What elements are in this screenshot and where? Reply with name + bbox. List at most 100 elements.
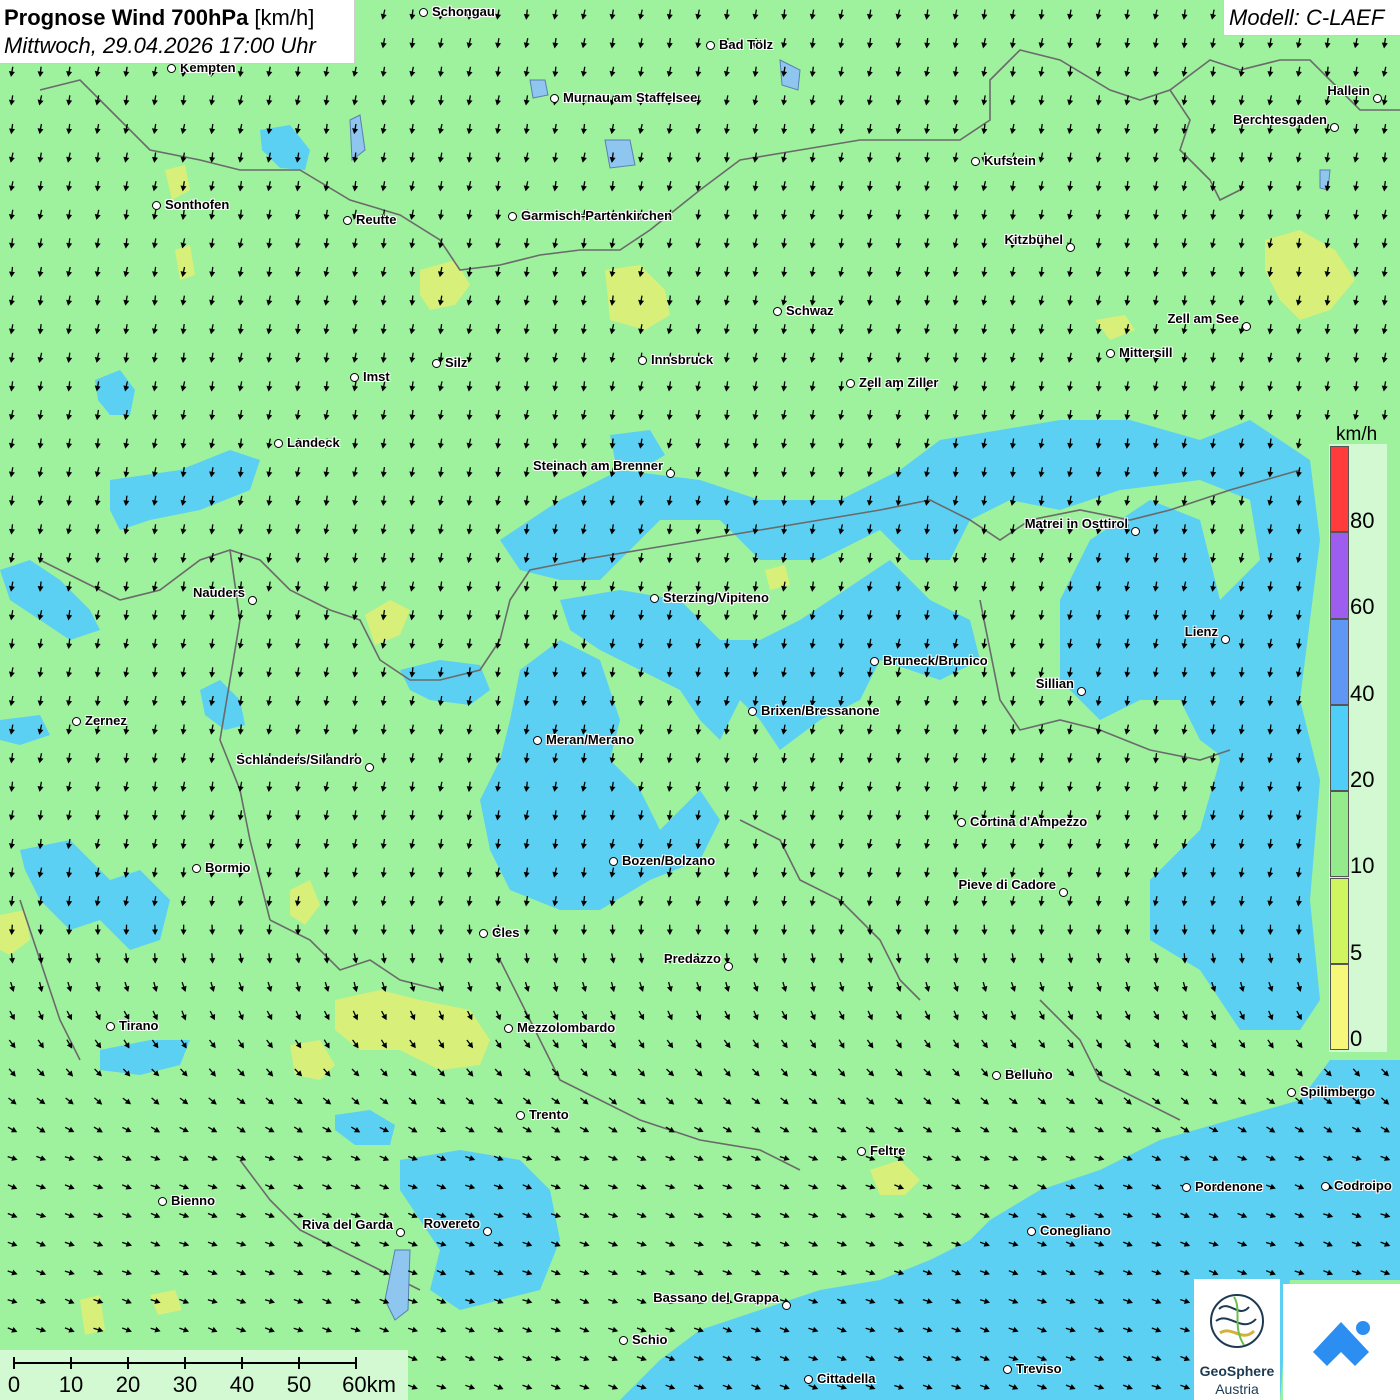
city-label: Meran/Merano [546,732,635,747]
scale-tick [13,1357,15,1369]
city-label: Pieve di Cadore [958,877,1056,892]
city-label: Cortina d'Ampezzo [970,814,1088,829]
city-marker [857,1147,866,1156]
city-label: Rovereto [423,1216,480,1231]
city-label: Cittadella [817,1371,876,1386]
map-title-unit: [km/h] [248,5,315,30]
city-marker [1003,1365,1012,1374]
city-marker [666,469,675,478]
city-label: Kitzbühel [1004,232,1064,247]
city-marker [870,657,879,666]
city-marker [192,864,201,873]
city-label: Bad Tölz [719,37,774,52]
city-label: Innsbruck [651,352,714,367]
city-label: Zell am See [1167,311,1239,326]
legend-swatch [1330,877,1349,964]
city-label: Zell am Ziller [859,375,939,390]
app-logo [1283,1284,1400,1400]
city-marker [650,594,659,603]
geosphere-logo: GeoSphere Austria [1194,1279,1280,1400]
forecast-datetime: Mittwoch, 29.04.2026 17:00 Uhr [4,33,316,58]
map-title: Prognose Wind 700hPa [km/h] [4,5,314,31]
legend: 80 60 40 20 10 5 0 [1329,444,1387,1052]
city-marker [533,736,542,745]
city-label: Riva del Garda [301,1217,393,1232]
city-label: Hallein [1327,83,1370,98]
city-marker [516,1111,525,1120]
legend-swatch [1330,791,1349,878]
city-marker [1131,527,1140,536]
city-marker [638,356,647,365]
scale-tick [241,1357,243,1369]
scale-label: 20 [115,1372,141,1397]
title-box: Prognose Wind 700hPa [km/h] Mittwoch, 29… [0,0,355,64]
scale-label: 30 [172,1372,198,1397]
geosphere-subtitle: Austria [1215,1381,1259,1397]
legend-swatch [1330,532,1349,619]
city-label: Belluno [1005,1067,1053,1082]
city-marker [274,439,283,448]
city-label: Feltre [870,1143,906,1158]
legend-label: 40 [1350,680,1375,706]
scale-tick [184,1357,186,1369]
legend-swatch [1330,618,1349,705]
city-label: Sillian [1035,676,1074,691]
city-label: Cles [492,925,520,940]
city-label: Zernez [85,713,127,728]
city-marker [846,379,855,388]
city-marker [1330,123,1339,132]
city-label: Bozen/Bolzano [622,853,716,868]
city-label: Sonthofen [165,197,230,212]
city-marker [971,157,980,166]
city-label: Codroipo [1334,1178,1392,1193]
city-label: Garmisch-Partenkirchen [521,208,673,223]
city-label: Conegliano [1040,1223,1111,1238]
city-marker [1287,1088,1296,1097]
scale-label: 40 [229,1372,255,1397]
city-label: Matrei in Osttirol [1024,516,1128,531]
city-label: Mezzolombardo [517,1020,616,1035]
city-marker [804,1375,813,1384]
city-label: Lienz [1184,624,1218,639]
city-label: Tirano [119,1018,159,1033]
city-label: Bienno [171,1193,216,1208]
city-marker [748,707,757,716]
city-label: Murnau am Staffelsee [563,90,698,105]
city-marker [1059,888,1068,897]
city-label: Reutte [356,212,397,227]
city-marker [479,929,488,938]
legend-label: 5 [1350,939,1363,965]
city-marker [419,8,428,17]
city-label: Brixen/Bressanone [761,703,880,718]
city-label: Imst [363,369,390,384]
city-marker [1373,94,1382,103]
city-marker [773,307,782,316]
city-marker [1321,1182,1330,1191]
city-marker [152,201,161,210]
legend-swatch [1330,446,1349,533]
city-marker [106,1022,115,1031]
city-label: Pordenone [1195,1179,1263,1194]
city-marker [1027,1227,1036,1236]
city-marker [432,359,441,368]
city-label: Predazzo [663,951,721,966]
city-label: Kufstein [984,153,1036,168]
city-marker [343,216,352,225]
city-label: Schongau [432,4,495,19]
city-marker [72,717,81,726]
scale-tick [70,1357,72,1369]
city-label: Treviso [1016,1361,1062,1376]
scale-label: 60km [342,1372,396,1397]
model-label: Modell: C-LAEF [1229,5,1385,30]
city-marker [483,1227,492,1236]
city-label: Berchtesgaden [1233,112,1327,127]
city-marker [724,962,733,971]
scale-label: 10 [58,1372,84,1397]
city-marker [1221,635,1230,644]
legend-label: 10 [1350,853,1375,879]
app-mountain-icon [1313,1321,1370,1366]
city-marker [248,596,257,605]
city-marker [992,1071,1001,1080]
city-marker [350,373,359,382]
legend-label: 80 [1350,508,1375,533]
